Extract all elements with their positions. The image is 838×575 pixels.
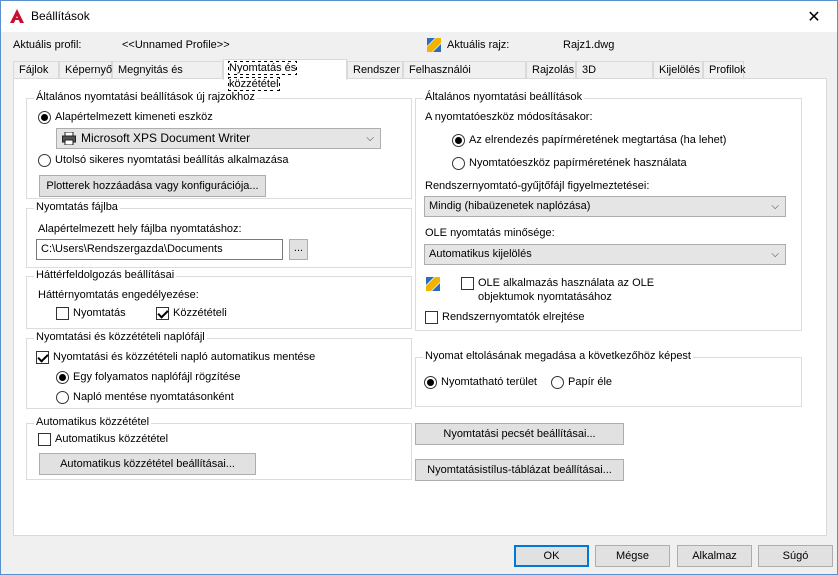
continuous-log-label: Egy folyamatos naplófájl rögzítése bbox=[73, 371, 241, 383]
browse-button[interactable]: ... bbox=[289, 239, 308, 260]
paper-edge-radio[interactable] bbox=[551, 376, 564, 389]
window-title: Beállítások bbox=[31, 9, 90, 23]
default-device-label: Alapértelmezett kimeneti eszköz bbox=[55, 111, 213, 123]
group-title: Nyomat eltolásának megadása a következőh… bbox=[423, 350, 693, 362]
tab-display[interactable]: Képernyő bbox=[59, 61, 112, 79]
ole-application-label-line2: objektumok nyomtatásához bbox=[478, 291, 612, 303]
auto-publish-label: Automatikus közzététel bbox=[55, 433, 169, 445]
device-change-label: A nyomtatóeszköz módosításakor: bbox=[425, 111, 593, 123]
auto-save-log-label: Nyomtatási és közzétételi napló automati… bbox=[53, 351, 316, 363]
group-background-processing: Háttérfeldolgozás beállításai Háttérnyom… bbox=[26, 269, 412, 329]
group-title: Háttérfeldolgozás beállításai bbox=[34, 269, 177, 281]
drawing-icon bbox=[427, 38, 441, 52]
autocad-logo-icon bbox=[10, 9, 24, 23]
close-button[interactable]: ✕ bbox=[791, 1, 837, 32]
auto-publish-settings-button[interactable]: Automatikus közzététel beállításai... bbox=[39, 453, 256, 475]
background-publish-checkbox[interactable] bbox=[156, 307, 169, 320]
group-title: Általános nyomtatási beállítások bbox=[423, 91, 585, 103]
tab-drafting[interactable]: Rajzolás bbox=[526, 61, 576, 79]
options-dialog: Beállítások ✕ Aktuális profil: <<Unnamed… bbox=[0, 0, 838, 575]
default-device-radio[interactable] bbox=[38, 111, 51, 124]
help-button[interactable]: Súgó bbox=[758, 545, 833, 567]
ole-quality-label: OLE nyomtatás minősége: bbox=[425, 227, 555, 239]
keep-layout-paper-label: Az elrendezés papírméretének megtartása … bbox=[469, 134, 727, 146]
apply-button[interactable]: Alkalmaz bbox=[677, 545, 752, 567]
group-title: Nyomtatás fájlba bbox=[34, 201, 120, 213]
printable-area-radio[interactable] bbox=[424, 376, 437, 389]
chevron-down-icon: ⌵ bbox=[366, 133, 374, 144]
cancel-button[interactable]: Mégse bbox=[595, 545, 670, 567]
spooler-alerts-select[interactable]: Mindig (hibaüzenetek naplózása) ⌵ bbox=[424, 196, 786, 217]
tab-3d-modeling[interactable]: 3D modellezés bbox=[576, 61, 653, 92]
background-enable-label: Háttérnyomtatás engedélyezése: bbox=[38, 289, 199, 301]
default-device-select[interactable]: Microsoft XPS Document Writer ⌵ bbox=[56, 128, 381, 149]
auto-save-log-checkbox[interactable] bbox=[36, 351, 49, 364]
ole-quality-select[interactable]: Automatikus kijelölés ⌵ bbox=[424, 244, 786, 265]
per-plot-log-radio[interactable] bbox=[56, 391, 69, 404]
printable-area-label: Nyomtatható terület bbox=[441, 376, 537, 388]
tab-panel: Általános nyomtatási beállítások új rajz… bbox=[13, 78, 827, 536]
ok-button[interactable]: OK bbox=[514, 545, 589, 567]
group-plot-to-file: Nyomtatás fájlba Alapértelmezett hely fá… bbox=[26, 201, 412, 268]
background-plot-checkbox[interactable] bbox=[56, 307, 69, 320]
group-plot-publish-log: Nyomtatási és közzétételi naplófájl Nyom… bbox=[26, 331, 412, 409]
ole-application-label-line1: OLE alkalmazás használata az OLE bbox=[478, 277, 655, 289]
group-plot-offset: Nyomat eltolásának megadása a következőh… bbox=[415, 350, 802, 407]
spooler-alerts-label: Rendszernyomtató-gyűjtőfájl figyelmeztet… bbox=[425, 180, 650, 192]
tab-system[interactable]: Rendszer bbox=[347, 61, 403, 79]
printer-icon bbox=[62, 132, 76, 145]
default-location-input[interactable]: C:\Users\Rendszergazda\Documents bbox=[36, 239, 283, 260]
use-device-paper-label: Nyomtatóeszköz papírméretének használata bbox=[469, 157, 687, 169]
last-successful-radio[interactable] bbox=[38, 154, 51, 167]
ole-drawing-icon bbox=[426, 277, 440, 291]
paper-edge-label: Papír éle bbox=[568, 376, 613, 388]
tab-user-preferences[interactable]: Felhasználói beállítások bbox=[403, 61, 526, 92]
per-plot-log-label: Napló mentése nyomtatásonként bbox=[73, 391, 234, 403]
group-title: Automatikus közzététel bbox=[34, 416, 152, 428]
current-profile-value: <<Unnamed Profile>> bbox=[122, 39, 230, 51]
hide-system-printers-checkbox[interactable] bbox=[425, 311, 438, 324]
group-title: Általános nyomtatási beállítások új rajz… bbox=[34, 91, 257, 103]
close-icon: ✕ bbox=[807, 8, 821, 26]
keep-layout-paper-radio[interactable] bbox=[452, 134, 465, 147]
chevron-down-icon: ⌵ bbox=[771, 201, 779, 212]
current-drawing-label: Aktuális rajz: bbox=[447, 39, 510, 51]
use-device-paper-radio[interactable] bbox=[452, 157, 465, 170]
tab-files[interactable]: Fájlok bbox=[13, 61, 59, 79]
last-successful-label: Utolsó sikeres nyomtatási beállítás alka… bbox=[55, 154, 289, 166]
tab-selection[interactable]: Kijelölés bbox=[653, 61, 703, 79]
hide-system-printers-label: Rendszernyomtatók elrejtése bbox=[442, 311, 585, 323]
default-location-label: Alapértelmezett hely fájlba nyomtatáshoz… bbox=[38, 223, 242, 235]
group-auto-publish: Automatikus közzététel Automatikus közzé… bbox=[26, 416, 412, 480]
continuous-log-radio[interactable] bbox=[56, 371, 69, 384]
plot-stamp-settings-button[interactable]: Nyomtatási pecsét beállításai... bbox=[415, 423, 624, 445]
group-general-plot-options: Általános nyomtatási beállítások A nyomt… bbox=[415, 91, 802, 331]
auto-publish-checkbox[interactable] bbox=[38, 433, 51, 446]
tab-profiles[interactable]: Profilok bbox=[703, 61, 746, 79]
title-bar: Beállítások ✕ bbox=[1, 1, 837, 32]
group-title: Nyomtatási és közzétételi naplófájl bbox=[34, 331, 207, 343]
tab-plot-publish[interactable]: Nyomtatás és közzététel bbox=[223, 59, 347, 91]
chevron-down-icon: ⌵ bbox=[771, 249, 779, 260]
add-configure-plotters-button[interactable]: Plotterek hozzáadása vagy konfigurációja… bbox=[39, 175, 266, 197]
background-plot-label: Nyomtatás bbox=[73, 307, 126, 319]
current-profile-label: Aktuális profil: bbox=[13, 39, 82, 51]
background-publish-label: Közzétételi bbox=[173, 307, 227, 319]
current-drawing-value: Rajz1.dwg bbox=[563, 39, 615, 51]
group-general-new-drawings: Általános nyomtatási beállítások új rajz… bbox=[26, 91, 412, 199]
plot-style-table-settings-button[interactable]: Nyomtatásistílus-táblázat beállításai... bbox=[415, 459, 624, 481]
ole-application-checkbox[interactable] bbox=[461, 277, 474, 290]
tab-open-save[interactable]: Megnyitás és mentés bbox=[112, 61, 223, 92]
